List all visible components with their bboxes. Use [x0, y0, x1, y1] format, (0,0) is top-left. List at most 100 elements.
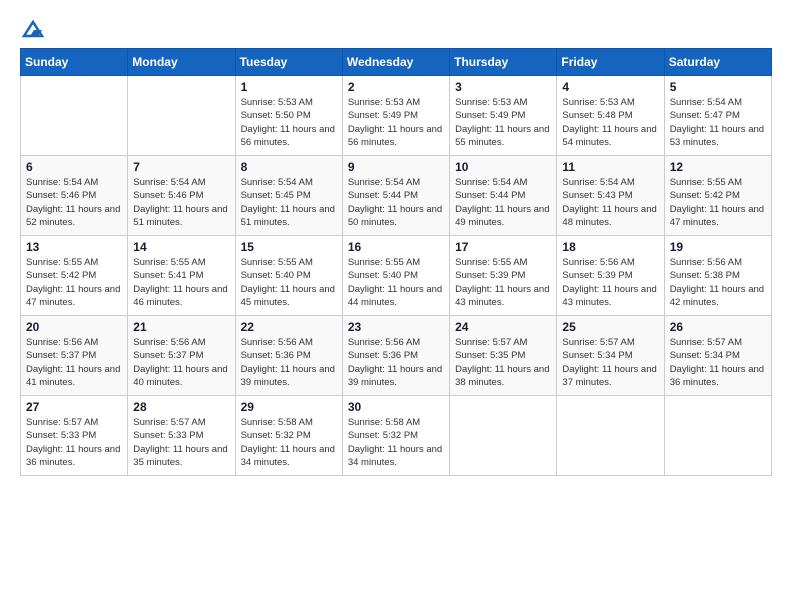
- day-number: 26: [670, 320, 766, 334]
- day-of-week-header: Thursday: [450, 49, 557, 76]
- calendar-cell: 25 Sunrise: 5:57 AM Sunset: 5:34 PM Dayli…: [557, 316, 664, 396]
- day-number: 17: [455, 240, 551, 254]
- day-of-week-header: Tuesday: [235, 49, 342, 76]
- day-number: 23: [348, 320, 444, 334]
- cell-content: Sunrise: 5:55 AM Sunset: 5:40 PM Dayligh…: [348, 256, 444, 309]
- cell-content: Sunrise: 5:57 AM Sunset: 5:34 PM Dayligh…: [562, 336, 658, 389]
- calendar-week-row: 6 Sunrise: 5:54 AM Sunset: 5:46 PM Daylig…: [21, 156, 772, 236]
- calendar-cell: 18 Sunrise: 5:56 AM Sunset: 5:39 PM Dayli…: [557, 236, 664, 316]
- calendar-table: SundayMondayTuesdayWednesdayThursdayFrid…: [20, 48, 772, 476]
- cell-content: Sunrise: 5:58 AM Sunset: 5:32 PM Dayligh…: [241, 416, 337, 469]
- day-number: 6: [26, 160, 122, 174]
- day-number: 11: [562, 160, 658, 174]
- cell-content: Sunrise: 5:56 AM Sunset: 5:36 PM Dayligh…: [348, 336, 444, 389]
- day-number: 14: [133, 240, 229, 254]
- day-number: 21: [133, 320, 229, 334]
- calendar-cell: 6Sunrise: 5:54 AM Sunset: 5:46 PM Daylig…: [21, 156, 128, 236]
- day-number: 27: [26, 400, 122, 414]
- day-number: 10: [455, 160, 551, 174]
- calendar-cell: 30Sunrise: 5:58 AM Sunset: 5:32 PM Dayli…: [342, 396, 449, 476]
- cell-content: Sunrise: 5:57 AM Sunset: 5:34 PM Dayligh…: [670, 336, 766, 389]
- calendar-cell: 26 Sunrise: 5:57 AM Sunset: 5:34 PM Dayli…: [664, 316, 771, 396]
- cell-content: Sunrise: 5:54 AM Sunset: 5:44 PM Dayligh…: [348, 176, 444, 229]
- cell-content: Sunrise: 5:56 AM Sunset: 5:37 PM Dayligh…: [26, 336, 122, 389]
- cell-content: Sunrise: 5:58 AM Sunset: 5:32 PM Dayligh…: [348, 416, 444, 469]
- day-number: 28: [133, 400, 229, 414]
- calendar-cell: 14Sunrise: 5:55 AM Sunset: 5:41 PM Dayli…: [128, 236, 235, 316]
- day-number: 4: [562, 80, 658, 94]
- cell-content: Sunrise: 5:55 AM Sunset: 5:39 PM Dayligh…: [455, 256, 551, 309]
- cell-content: Sunrise: 5:54 AM Sunset: 5:46 PM Dayligh…: [133, 176, 229, 229]
- calendar-cell: 9 Sunrise: 5:54 AM Sunset: 5:44 PM Daylig…: [342, 156, 449, 236]
- cell-content: Sunrise: 5:57 AM Sunset: 5:33 PM Dayligh…: [133, 416, 229, 469]
- logo-icon: [22, 20, 44, 38]
- day-of-week-header: Sunday: [21, 49, 128, 76]
- day-number: 16: [348, 240, 444, 254]
- calendar-header-row: SundayMondayTuesdayWednesdayThursdayFrid…: [21, 49, 772, 76]
- calendar-cell: 5Sunrise: 5:54 AM Sunset: 5:47 PM Daylig…: [664, 76, 771, 156]
- day-number: 25: [562, 320, 658, 334]
- calendar-week-row: 13 Sunrise: 5:55 AM Sunset: 5:42 PM Dayli…: [21, 236, 772, 316]
- day-number: 29: [241, 400, 337, 414]
- cell-content: Sunrise: 5:57 AM Sunset: 5:33 PM Dayligh…: [26, 416, 122, 469]
- calendar-cell: 3Sunrise: 5:53 AM Sunset: 5:49 PM Daylig…: [450, 76, 557, 156]
- calendar-cell: 24 Sunrise: 5:57 AM Sunset: 5:35 PM Dayli…: [450, 316, 557, 396]
- calendar-cell: 10Sunrise: 5:54 AM Sunset: 5:44 PM Dayli…: [450, 156, 557, 236]
- day-number: 2: [348, 80, 444, 94]
- day-number: 15: [241, 240, 337, 254]
- calendar-cell: [557, 396, 664, 476]
- calendar-cell: 28 Sunrise: 5:57 AM Sunset: 5:33 PM Dayli…: [128, 396, 235, 476]
- cell-content: Sunrise: 5:54 AM Sunset: 5:47 PM Dayligh…: [670, 96, 766, 149]
- day-of-week-header: Wednesday: [342, 49, 449, 76]
- calendar-cell: 20 Sunrise: 5:56 AM Sunset: 5:37 PM Dayli…: [21, 316, 128, 396]
- day-number: 7: [133, 160, 229, 174]
- day-of-week-header: Monday: [128, 49, 235, 76]
- calendar-cell: 7 Sunrise: 5:54 AM Sunset: 5:46 PM Daylig…: [128, 156, 235, 236]
- cell-content: Sunrise: 5:55 AM Sunset: 5:40 PM Dayligh…: [241, 256, 337, 309]
- day-number: 9: [348, 160, 444, 174]
- calendar-cell: 1 Sunrise: 5:53 AM Sunset: 5:50 PM Daylig…: [235, 76, 342, 156]
- calendar-cell: 22 Sunrise: 5:56 AM Sunset: 5:36 PM Dayli…: [235, 316, 342, 396]
- day-number: 1: [241, 80, 337, 94]
- day-number: 22: [241, 320, 337, 334]
- calendar-cell: 16 Sunrise: 5:55 AM Sunset: 5:40 PM Dayli…: [342, 236, 449, 316]
- calendar-cell: 27 Sunrise: 5:57 AM Sunset: 5:33 PM Dayli…: [21, 396, 128, 476]
- calendar-cell: 29 Sunrise: 5:58 AM Sunset: 5:32 PM Dayli…: [235, 396, 342, 476]
- cell-content: Sunrise: 5:56 AM Sunset: 5:38 PM Dayligh…: [670, 256, 766, 309]
- cell-content: Sunrise: 5:56 AM Sunset: 5:37 PM Dayligh…: [133, 336, 229, 389]
- day-number: 13: [26, 240, 122, 254]
- day-number: 18: [562, 240, 658, 254]
- cell-content: Sunrise: 5:53 AM Sunset: 5:49 PM Dayligh…: [455, 96, 551, 149]
- calendar-week-row: 27 Sunrise: 5:57 AM Sunset: 5:33 PM Dayli…: [21, 396, 772, 476]
- calendar-cell: 2Sunrise: 5:53 AM Sunset: 5:49 PM Daylig…: [342, 76, 449, 156]
- calendar-cell: 12 Sunrise: 5:55 AM Sunset: 5:42 PM Dayli…: [664, 156, 771, 236]
- calendar-cell: 13 Sunrise: 5:55 AM Sunset: 5:42 PM Dayli…: [21, 236, 128, 316]
- calendar-cell: 15 Sunrise: 5:55 AM Sunset: 5:40 PM Dayli…: [235, 236, 342, 316]
- day-number: 20: [26, 320, 122, 334]
- calendar-cell: [128, 76, 235, 156]
- calendar-cell: 21 Sunrise: 5:56 AM Sunset: 5:37 PM Dayli…: [128, 316, 235, 396]
- day-number: 19: [670, 240, 766, 254]
- cell-content: Sunrise: 5:55 AM Sunset: 5:42 PM Dayligh…: [26, 256, 122, 309]
- cell-content: Sunrise: 5:57 AM Sunset: 5:35 PM Dayligh…: [455, 336, 551, 389]
- calendar-cell: 4 Sunrise: 5:53 AM Sunset: 5:48 PM Daylig…: [557, 76, 664, 156]
- cell-content: Sunrise: 5:53 AM Sunset: 5:50 PM Dayligh…: [241, 96, 337, 149]
- logo: [20, 20, 44, 38]
- calendar-cell: 23 Sunrise: 5:56 AM Sunset: 5:36 PM Dayli…: [342, 316, 449, 396]
- calendar-cell: [450, 396, 557, 476]
- calendar-cell: 11 Sunrise: 5:54 AM Sunset: 5:43 PM Dayli…: [557, 156, 664, 236]
- cell-content: Sunrise: 5:56 AM Sunset: 5:36 PM Dayligh…: [241, 336, 337, 389]
- cell-content: Sunrise: 5:56 AM Sunset: 5:39 PM Dayligh…: [562, 256, 658, 309]
- day-of-week-header: Saturday: [664, 49, 771, 76]
- cell-content: Sunrise: 5:54 AM Sunset: 5:45 PM Dayligh…: [241, 176, 337, 229]
- cell-content: Sunrise: 5:55 AM Sunset: 5:42 PM Dayligh…: [670, 176, 766, 229]
- calendar-week-row: 1 Sunrise: 5:53 AM Sunset: 5:50 PM Daylig…: [21, 76, 772, 156]
- day-number: 24: [455, 320, 551, 334]
- cell-content: Sunrise: 5:54 AM Sunset: 5:43 PM Dayligh…: [562, 176, 658, 229]
- day-number: 12: [670, 160, 766, 174]
- calendar-cell: 19 Sunrise: 5:56 AM Sunset: 5:38 PM Dayli…: [664, 236, 771, 316]
- calendar-cell: [21, 76, 128, 156]
- calendar-cell: [664, 396, 771, 476]
- calendar-cell: 8Sunrise: 5:54 AM Sunset: 5:45 PM Daylig…: [235, 156, 342, 236]
- cell-content: Sunrise: 5:53 AM Sunset: 5:48 PM Dayligh…: [562, 96, 658, 149]
